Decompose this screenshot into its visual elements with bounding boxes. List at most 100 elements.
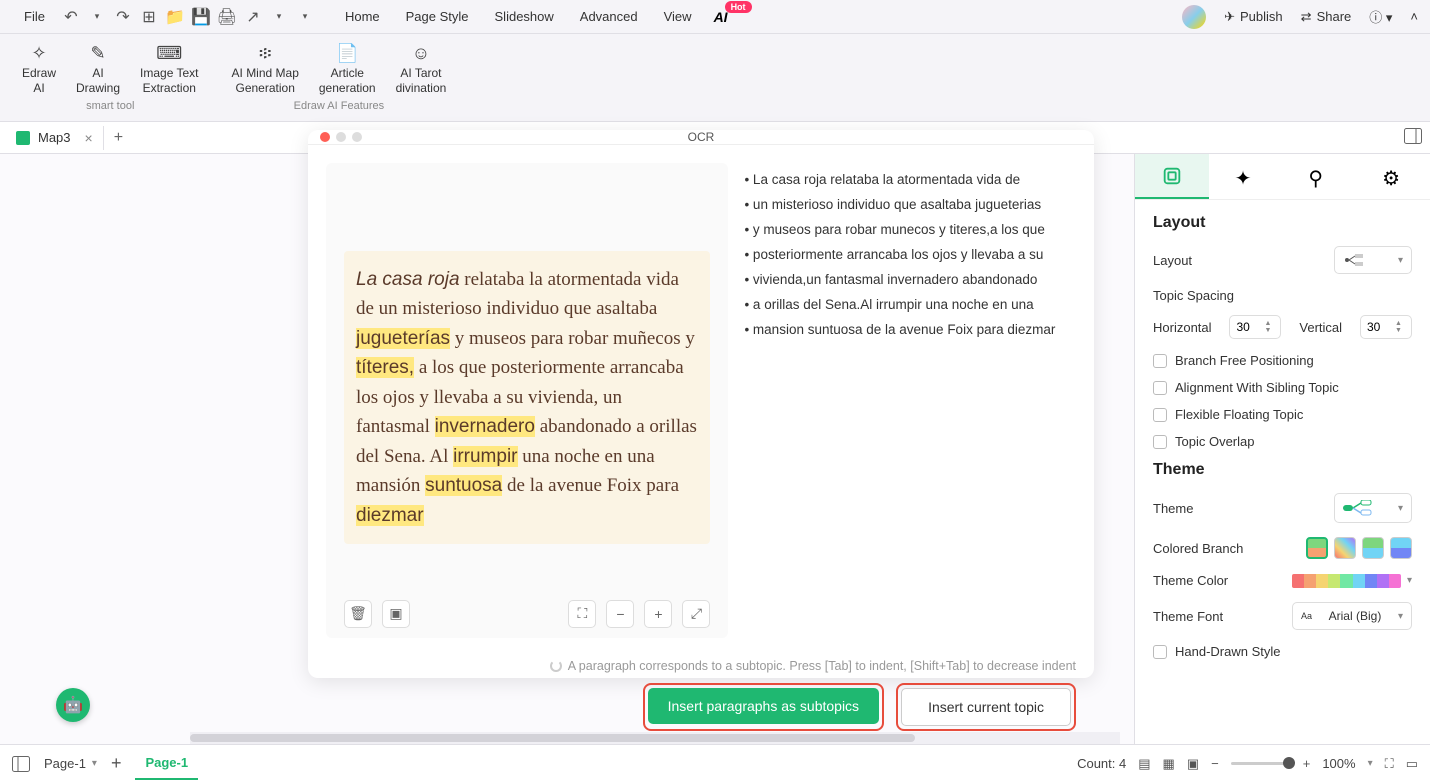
ocr-result-line[interactable]: • posteriormente arrancaba los ojos y ll… — [740, 244, 1072, 267]
article-icon: 📄 — [336, 42, 358, 64]
layout-tab-icon — [1161, 165, 1183, 187]
swatch-1[interactable] — [1306, 537, 1328, 559]
highlight-frame-secondary: Insert current topic — [896, 683, 1076, 731]
insert-subtopics-button[interactable]: Insert paragraphs as subtopics — [648, 688, 879, 724]
redo-icon[interactable]: ↷ — [111, 5, 135, 29]
zoom-in-button[interactable]: + — [644, 600, 672, 628]
ocr-result-line[interactable]: • La casa roja relataba la atormentada v… — [740, 169, 1072, 192]
theme-select[interactable]: ▾ — [1334, 493, 1412, 523]
fullscreen-button[interactable]: ⤢ — [682, 600, 710, 628]
ribbon-article-generation[interactable]: 📄 Articlegeneration — [309, 40, 386, 98]
tab-layout[interactable] — [1135, 154, 1209, 199]
zoom-value[interactable]: 100% — [1322, 756, 1355, 771]
reselect-image-button[interactable]: ▣ — [382, 600, 410, 628]
tab-settings[interactable]: ⚙ — [1356, 154, 1430, 199]
theme-font-select[interactable]: Aa Arial (Big) ▾ — [1292, 602, 1412, 630]
menu-advanced[interactable]: Advanced — [568, 5, 650, 28]
window-maximize-icon[interactable] — [352, 132, 362, 142]
ocr-result-line[interactable]: • vivienda,un fantasmal invernadero aban… — [740, 269, 1072, 292]
swatch-3[interactable] — [1362, 537, 1384, 559]
down-arrow-icon[interactable]: ▼ — [1395, 327, 1402, 334]
trash-icon: 🗑 — [349, 605, 367, 622]
theme-color-strip[interactable] — [1292, 574, 1401, 588]
swatch-2[interactable] — [1334, 537, 1356, 559]
fit-page-icon[interactable]: ▭ — [1406, 756, 1418, 772]
chevron-down-icon[interactable]: ▾ — [1407, 575, 1412, 586]
menu-view[interactable]: View — [652, 5, 704, 28]
toggle-side-panel-icon[interactable] — [1404, 128, 1422, 149]
ocr-result-panel[interactable]: • La casa roja relataba la atormentada v… — [740, 163, 1076, 638]
present-view-icon[interactable]: ▣ — [1187, 756, 1199, 772]
publish-button[interactable]: ✈ Publish — [1224, 9, 1283, 25]
zoom-slider-thumb[interactable] — [1283, 757, 1295, 769]
ocr-result-line[interactable]: • mansion suntuosa de la avenue Foix par… — [740, 319, 1072, 342]
zoom-slider[interactable] — [1231, 762, 1291, 765]
fullscreen-icon[interactable]: ⛶ — [1385, 756, 1394, 772]
chevron-down-icon[interactable]: ▾ — [1368, 758, 1373, 769]
toggle-left-panel-icon[interactable] — [12, 756, 30, 772]
zoom-out-button[interactable]: − — [606, 600, 634, 628]
help-button[interactable]: ⓘ ▾ — [1369, 7, 1392, 26]
plus-icon: + — [654, 606, 662, 622]
layout-checkbox[interactable]: Topic Overlap — [1153, 434, 1412, 449]
ribbon-ai-drawing[interactable]: ✎ AIDrawing — [66, 40, 130, 98]
zoom-out-icon[interactable]: − — [1211, 756, 1219, 771]
vertical-spinner[interactable]: ▲▼ — [1360, 315, 1412, 339]
menu-file[interactable]: File — [12, 5, 57, 28]
print-icon[interactable]: 🖨 — [215, 5, 239, 29]
window-minimize-icon[interactable] — [336, 132, 346, 142]
menu-page-style[interactable]: Page Style — [394, 5, 481, 28]
share-icon: ⇄ — [1301, 9, 1312, 25]
vertical-input[interactable] — [1367, 320, 1391, 334]
close-tab-icon[interactable]: × — [85, 130, 93, 146]
ocr-result-line[interactable]: • y museos para robar munecos y titeres,… — [740, 219, 1072, 242]
outline-view-icon[interactable]: ▤ — [1138, 756, 1150, 772]
document-tab[interactable]: Map3 × — [6, 126, 104, 150]
ocr-result-line[interactable]: • a orillas del Sena.Al irrumpir una noc… — [740, 294, 1072, 317]
layout-checkbox[interactable]: Branch Free Positioning — [1153, 353, 1412, 368]
save-icon[interactable]: 💾 — [189, 5, 213, 29]
tab-style[interactable]: ✦ — [1209, 154, 1283, 199]
ribbon-ai-mind-map[interactable]: ፨ AI Mind MapGeneration — [222, 40, 309, 98]
add-page-button[interactable]: + — [111, 753, 122, 774]
share-button[interactable]: ⇄ Share — [1301, 9, 1352, 25]
layout-checkbox[interactable]: Alignment With Sibling Topic — [1153, 380, 1412, 395]
undo-icon[interactable]: ↶ — [59, 5, 83, 29]
insert-current-topic-button[interactable]: Insert current topic — [901, 688, 1071, 726]
delete-image-button[interactable]: 🗑 — [344, 600, 372, 628]
menu-home[interactable]: Home — [333, 5, 392, 28]
new-icon[interactable]: ⊞ — [137, 5, 161, 29]
grid-view-icon[interactable]: ▦ — [1163, 756, 1175, 772]
ocr-result-line[interactable]: • un misterioso individuo que asaltaba j… — [740, 194, 1072, 217]
ai-assistant-fab[interactable]: 🤖 — [56, 688, 90, 722]
swatch-4[interactable] — [1390, 537, 1412, 559]
export-dropdown-icon[interactable]: ▾ — [267, 5, 291, 29]
ocr-source-text: La casa roja relataba la atormentada vid… — [344, 251, 710, 544]
zoom-in-icon[interactable]: + — [1303, 756, 1311, 771]
up-arrow-icon[interactable]: ▲ — [1395, 320, 1402, 327]
horizontal-input[interactable] — [1236, 320, 1260, 334]
add-tab-button[interactable]: + — [104, 125, 133, 151]
avatar[interactable] — [1182, 5, 1206, 29]
menu-slideshow[interactable]: Slideshow — [483, 5, 566, 28]
hand-drawn-checkbox[interactable]: Hand-Drawn Style — [1153, 644, 1412, 659]
collapse-ribbon-button[interactable]: ˄ — [1410, 9, 1418, 24]
ribbon-edraw-ai[interactable]: ✧ EdrawAI — [12, 40, 66, 98]
undo-dropdown-icon[interactable]: ▾ — [85, 5, 109, 29]
up-arrow-icon[interactable]: ▲ — [1264, 320, 1271, 327]
page-tab-active[interactable]: Page-1 — [135, 747, 198, 780]
tab-map[interactable]: ⚲ — [1283, 154, 1357, 199]
export-icon[interactable]: ↗ — [241, 5, 265, 29]
open-icon[interactable]: 📁 — [163, 5, 187, 29]
layout-select[interactable]: ▾ — [1334, 246, 1412, 274]
page-selector[interactable]: Page-1 ▾ — [44, 756, 97, 771]
horizontal-spinner[interactable]: ▲▼ — [1229, 315, 1281, 339]
ribbon-ai-tarot[interactable]: ☺ AI Tarotdivination — [386, 40, 457, 98]
fit-screen-button[interactable]: ⛶ — [568, 600, 596, 628]
menu-ai[interactable]: AI Hot — [714, 9, 728, 25]
layout-checkbox[interactable]: Flexible Floating Topic — [1153, 407, 1412, 422]
window-close-icon[interactable] — [320, 132, 330, 142]
down-arrow-icon[interactable]: ▼ — [1264, 327, 1271, 334]
ribbon-image-text-extraction[interactable]: ⌨ Image TextExtraction — [130, 40, 208, 98]
more-dropdown-icon[interactable]: ▾ — [293, 5, 317, 29]
